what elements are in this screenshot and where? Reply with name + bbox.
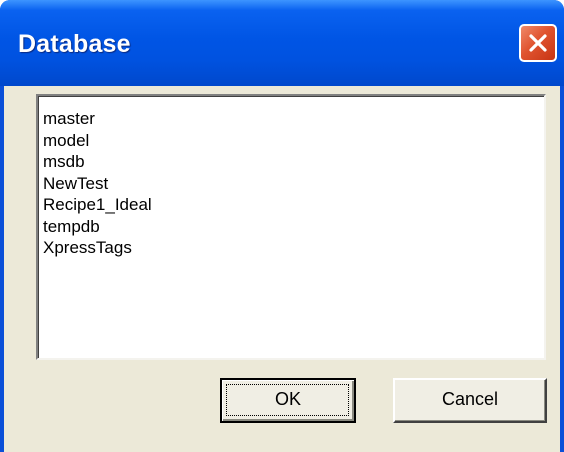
title-bar[interactable]: Database — [0, 0, 564, 86]
database-dialog: Database master model msdb NewTest Recip… — [0, 0, 564, 452]
close-icon — [529, 34, 547, 52]
list-item-tempdb[interactable]: tempdb — [43, 216, 544, 238]
cancel-button-label: Cancel — [441, 389, 499, 409]
list-item-recipe1-ideal[interactable]: Recipe1_Ideal — [43, 194, 544, 216]
list-item-model[interactable]: model — [43, 130, 544, 152]
cancel-button[interactable]: Cancel — [393, 378, 547, 423]
list-item-xpresstags[interactable]: XpressTags — [43, 237, 544, 259]
list-item-master[interactable]: master — [43, 108, 544, 130]
close-button[interactable] — [519, 24, 557, 62]
dialog-client-area: master model msdb NewTest Recipe1_Ideal … — [4, 86, 560, 452]
window-title: Database — [18, 30, 131, 58]
list-item-msdb[interactable]: msdb — [43, 151, 544, 173]
database-listbox[interactable]: master model msdb NewTest Recipe1_Ideal … — [36, 94, 546, 360]
list-item-newtest[interactable]: NewTest — [43, 173, 544, 195]
ok-button-label: OK — [274, 389, 301, 409]
ok-button[interactable]: OK — [220, 378, 356, 423]
